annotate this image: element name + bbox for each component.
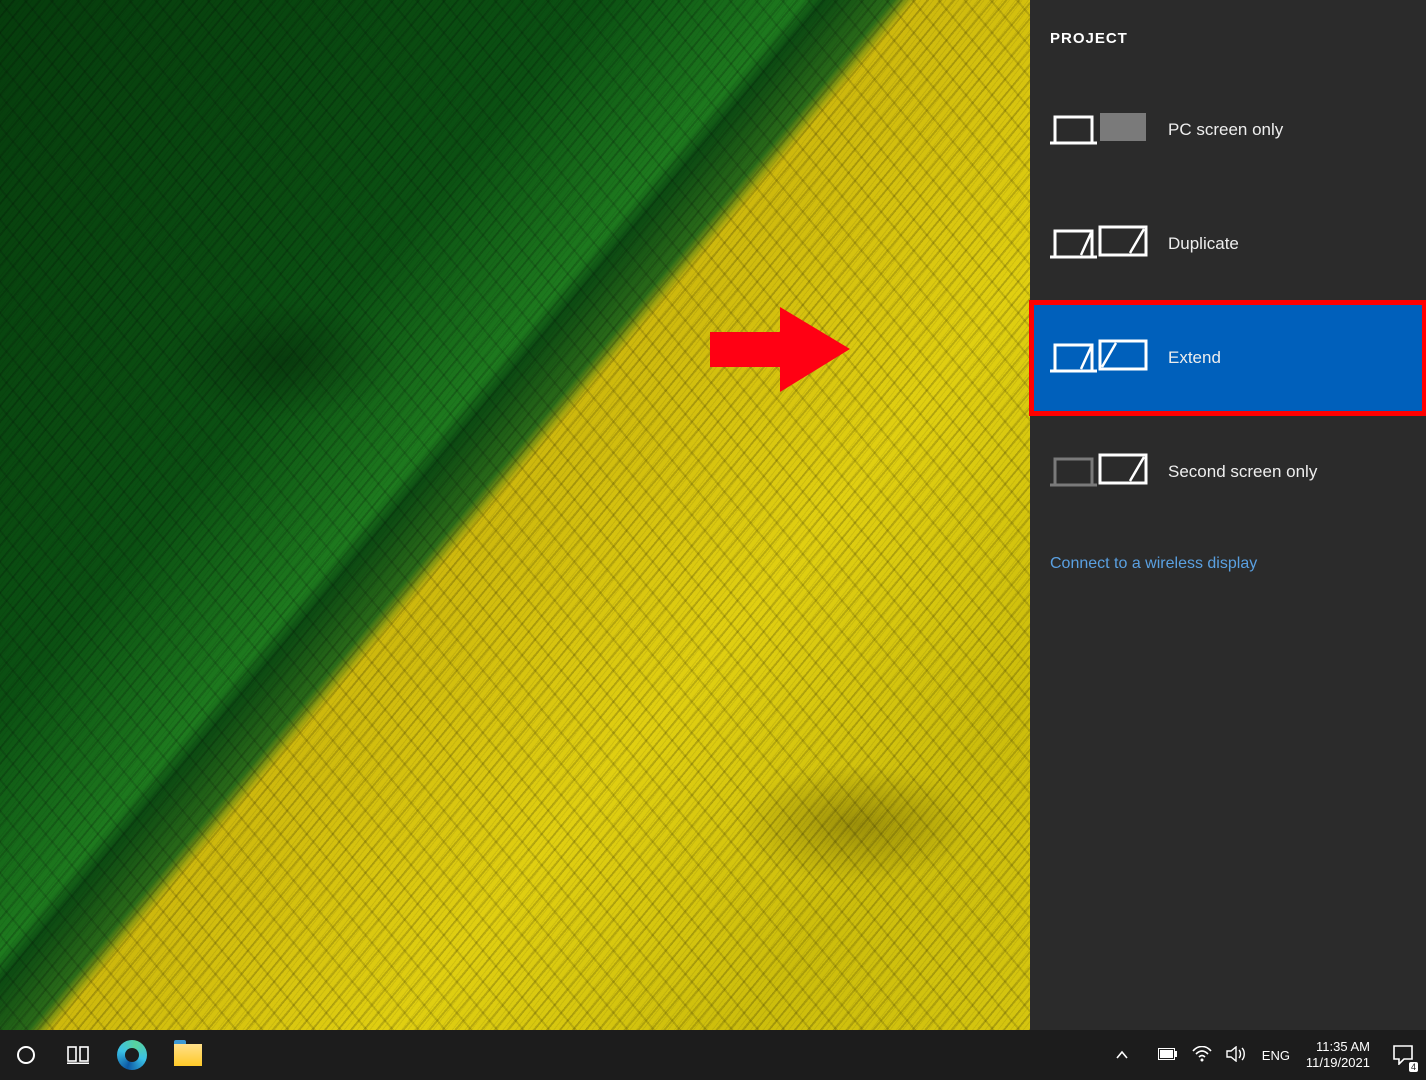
clock[interactable]: 11:35 AM 11/19/2021: [1296, 1039, 1380, 1071]
option-label: Extend: [1168, 348, 1221, 368]
connect-wireless-display-link[interactable]: Connect to a wireless display: [1030, 529, 1426, 599]
screen: PROJECT PC screen only: [0, 0, 1426, 1080]
option-pc-screen-only[interactable]: PC screen only: [1030, 73, 1426, 187]
chevron-up-icon: [1115, 1048, 1129, 1062]
taskbar-left: [0, 1030, 216, 1080]
option-extend[interactable]: Extend: [1030, 301, 1426, 415]
battery-icon[interactable]: [1158, 1048, 1178, 1063]
clock-time: 11:35 AM: [1306, 1039, 1370, 1055]
app-edge[interactable]: [104, 1030, 160, 1080]
notification-count: 4: [1409, 1062, 1418, 1072]
taskbar: ENG 11:35 AM 11/19/2021 4: [0, 1030, 1426, 1080]
second-screen-only-icon: [1050, 449, 1148, 495]
clock-date: 11/19/2021: [1306, 1055, 1370, 1071]
option-second-screen-only[interactable]: Second screen only: [1030, 415, 1426, 529]
app-file-explorer[interactable]: [160, 1030, 216, 1080]
language-text: ENG: [1262, 1048, 1290, 1063]
duplicate-icon: [1050, 221, 1148, 267]
folder-icon: [174, 1044, 202, 1066]
taskbar-right: ENG 11:35 AM 11/19/2021 4: [1096, 1030, 1426, 1080]
task-view-button[interactable]: [52, 1030, 104, 1080]
wifi-icon[interactable]: [1192, 1046, 1212, 1065]
action-center-button[interactable]: 4: [1380, 1030, 1426, 1080]
extend-icon: [1050, 335, 1148, 381]
system-tray: [1148, 1046, 1256, 1065]
pc-screen-only-icon: [1050, 107, 1148, 153]
edge-icon: [117, 1040, 147, 1070]
task-view-icon: [67, 1046, 89, 1064]
tray-overflow-button[interactable]: [1096, 1030, 1148, 1080]
option-label: Second screen only: [1168, 462, 1317, 482]
panel-title: PROJECT: [1030, 20, 1426, 73]
cortana-icon: [16, 1045, 36, 1065]
project-panel: PROJECT PC screen only: [1030, 0, 1426, 1030]
language-indicator[interactable]: ENG: [1256, 1030, 1296, 1080]
option-label: Duplicate: [1168, 234, 1239, 254]
option-label: PC screen only: [1168, 120, 1283, 140]
option-duplicate[interactable]: Duplicate: [1030, 187, 1426, 301]
start-button[interactable]: [0, 1030, 52, 1080]
volume-icon[interactable]: [1226, 1046, 1246, 1065]
